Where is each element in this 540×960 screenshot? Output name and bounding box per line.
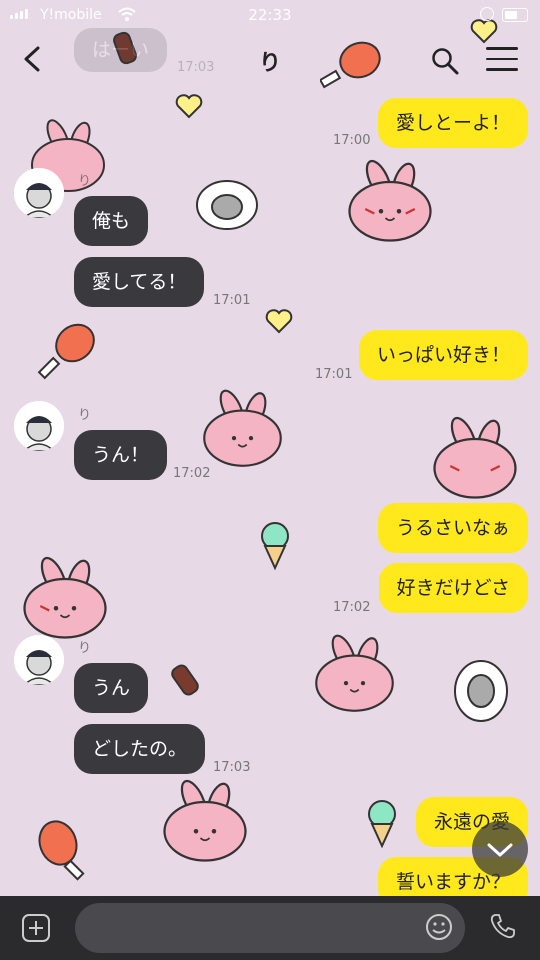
received-message[interactable]: どしたの。 [74,724,206,774]
cat-sticker [454,660,508,722]
sender-name: り [78,641,92,656]
sent-message[interactable]: 愛しとーよ！ [377,98,528,148]
avatar-image [14,168,64,218]
battery-icon [502,8,528,22]
search-icon[interactable] [430,46,460,76]
message-time: 17:02 [333,600,371,615]
scroll-to-bottom-button[interactable] [472,821,528,877]
heart-sticker [265,309,293,334]
plus-icon[interactable] [21,913,51,943]
clock: 22:33 [248,6,292,24]
heart-sticker [175,94,203,119]
cat-sticker [196,180,258,230]
message-bubble-partial: はーい [74,28,168,72]
drumstick-sticker [37,323,95,380]
message-time: 17:03 [213,760,251,775]
chevron-down-icon [487,843,513,857]
received-message[interactable]: 愛してる！ [74,257,205,307]
sent-message[interactable]: うるさいなぁ [377,503,528,553]
message-time: 17:00 [333,133,371,148]
menu-icon[interactable] [486,47,518,73]
message-time: 17:01 [315,367,353,382]
status-bar: Y!mobile 22:33 [0,0,540,30]
sent-message[interactable]: いっぱい好き！ [358,330,528,380]
avatar-image [14,401,64,451]
sender-name: り [78,174,92,189]
orientation-lock-icon [480,7,494,21]
received-message[interactable]: うん！ [74,430,168,480]
sender-name: り [78,408,92,423]
avatar[interactable] [14,168,64,218]
message-time: 17:01 [213,293,251,308]
avatar[interactable] [14,635,64,685]
ice-cream-sticker [368,800,396,849]
rabbit-sticker [23,556,107,639]
rabbit-sticker [163,779,247,862]
received-message[interactable]: 俺も [74,196,149,246]
message-input-bar [0,896,540,960]
sent-message[interactable]: 好きだけどさ [378,563,528,613]
message-time: 17:02 [173,466,211,481]
message-input[interactable] [75,903,465,953]
avatar[interactable] [14,401,64,451]
received-message[interactable]: うん [74,663,149,713]
phone-icon[interactable] [488,911,518,941]
ice-cream-sticker [261,522,289,571]
drumstick-sticker [38,820,85,881]
rabbit-sticker [348,159,432,242]
avatar-image [14,635,64,685]
rabbit-sticker [203,389,282,467]
rabbit-sticker [315,634,394,712]
message-time: 17:03 [177,60,215,75]
cola-bottle-sticker [171,664,199,696]
rabbit-sticker [433,416,517,499]
emoji-icon[interactable] [424,912,454,942]
